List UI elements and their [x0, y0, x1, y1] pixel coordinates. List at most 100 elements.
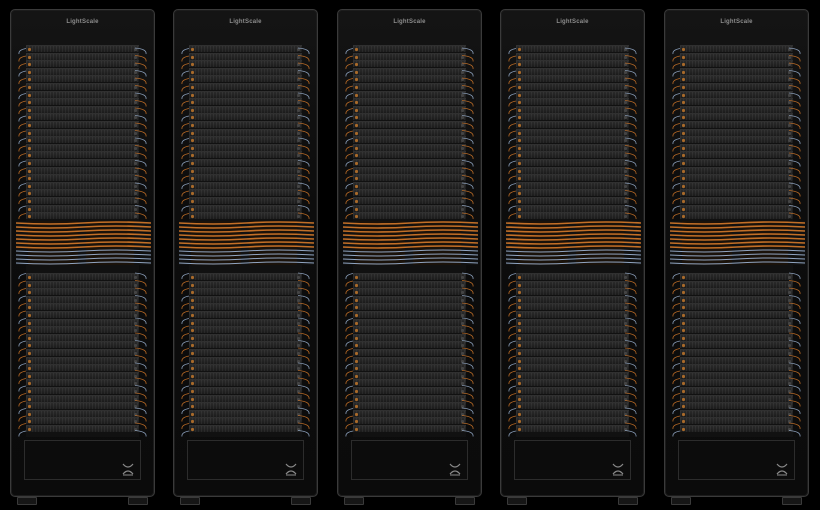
server-unit: [680, 113, 793, 121]
cable: [789, 340, 801, 347]
server-unit: [189, 326, 302, 334]
server-unit: [680, 204, 793, 212]
cable: [298, 212, 310, 220]
server-unit: [680, 387, 793, 394]
server-unit: [353, 166, 466, 174]
cable: [625, 205, 637, 212]
cable: [789, 130, 801, 137]
server-unit: [516, 341, 629, 349]
cable: [625, 100, 637, 107]
cable: [625, 332, 637, 340]
cable: [135, 317, 147, 325]
server-unit: [516, 333, 629, 341]
server-unit: [516, 166, 629, 174]
server-unit: [189, 159, 302, 166]
server-unit: [680, 288, 793, 296]
cable: [462, 100, 474, 107]
server-unit: [26, 326, 139, 334]
server-unit: [680, 364, 793, 372]
server-unit: [516, 189, 629, 197]
cable: [625, 115, 637, 122]
cable: [625, 385, 637, 392]
server-unit: [516, 326, 629, 334]
server-unit: [26, 151, 139, 159]
rack-foot-left: [344, 497, 364, 505]
cable: [298, 62, 310, 70]
server-unit: [680, 303, 793, 311]
server-unit: [680, 273, 793, 280]
cable: [298, 70, 310, 77]
server-unit: [189, 333, 302, 341]
server-unit: [26, 67, 139, 75]
cable: [789, 77, 801, 85]
server-unit: [516, 197, 629, 204]
cable: [462, 122, 474, 130]
server-unit: [353, 402, 466, 410]
cable: [462, 325, 474, 332]
server-unit: [353, 341, 466, 349]
cable: [789, 152, 801, 160]
cable: [789, 92, 801, 100]
server-unit: [189, 379, 302, 387]
server-unit: [680, 409, 793, 417]
cable: [298, 145, 310, 152]
cable: [298, 100, 310, 107]
cable: [135, 340, 147, 347]
server-unit: [353, 318, 466, 326]
server-unit: [516, 394, 629, 402]
rack-foot-right: [618, 497, 638, 505]
cable: [135, 167, 147, 175]
cable: [462, 70, 474, 77]
cable: [462, 332, 474, 340]
server-unit: [680, 197, 793, 204]
cable: [298, 175, 310, 182]
server-unit: [353, 425, 466, 432]
server-unit: [353, 204, 466, 212]
server-unit: [26, 98, 139, 106]
server-unit: [516, 425, 629, 432]
rack-logo-icon: [776, 463, 788, 476]
cable: [135, 407, 147, 415]
cable: [298, 205, 310, 212]
rack-bottom-panel: [351, 440, 468, 480]
rack-bottom-panel: [678, 440, 795, 480]
server-unit: [189, 356, 302, 364]
server-unit: [26, 52, 139, 60]
server-unit: [516, 349, 629, 356]
cable: [462, 107, 474, 115]
server-unit: [516, 402, 629, 410]
cable: [135, 77, 147, 85]
cable: [789, 115, 801, 122]
server-unit: [26, 212, 139, 220]
server-unit: [26, 75, 139, 83]
server-unit: [353, 121, 466, 128]
cable: [135, 355, 147, 362]
cable: [625, 182, 637, 190]
server-unit: [26, 273, 139, 280]
server-unit: [516, 143, 629, 151]
server-unit: [680, 280, 793, 288]
server-rack: LightScale: [664, 9, 809, 505]
server-unit: [680, 45, 793, 52]
server-unit: [26, 136, 139, 144]
server-unit: [189, 52, 302, 60]
server-unit: [353, 128, 466, 136]
cable: [462, 130, 474, 137]
cable: [298, 422, 310, 430]
server-unit: [189, 425, 302, 432]
cable: [135, 370, 147, 377]
server-unit: [516, 364, 629, 372]
cable: [135, 205, 147, 212]
cable: [462, 430, 474, 437]
rack-logo-icon: [449, 463, 461, 476]
cable: [789, 347, 801, 355]
server-unit: [26, 143, 139, 151]
cable: [462, 145, 474, 152]
cable: [789, 122, 801, 130]
server-unit: [26, 341, 139, 349]
server-unit: [680, 371, 793, 379]
cable: [135, 332, 147, 340]
server-unit: [26, 159, 139, 166]
server-unit: [189, 280, 302, 288]
server-unit: [680, 349, 793, 356]
